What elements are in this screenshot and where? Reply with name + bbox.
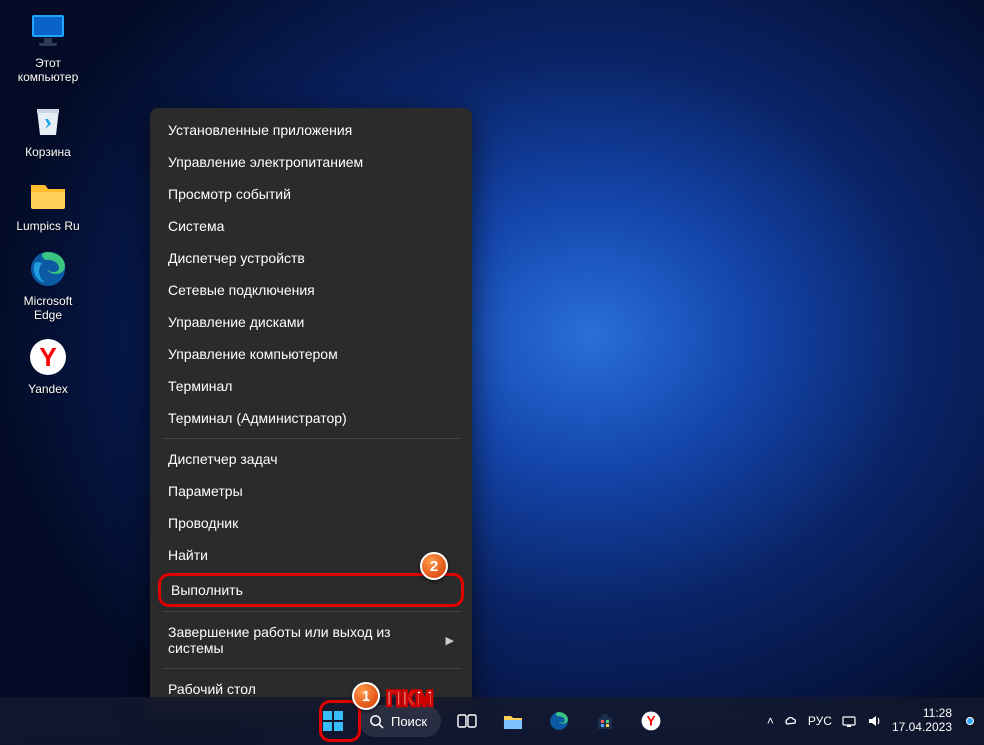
tray-volume-icon[interactable] xyxy=(866,713,882,729)
menu-item-installed-apps[interactable]: Установленные приложения xyxy=(150,114,472,146)
tray-onedrive-icon[interactable] xyxy=(783,713,799,729)
menu-item-event-viewer[interactable]: Просмотр событий xyxy=(150,178,472,210)
menu-item-label: Диспетчер задач xyxy=(168,451,278,467)
menu-item-label: Установленные приложения xyxy=(168,122,352,138)
yandex-icon: Y xyxy=(640,710,662,732)
tray-date: 17.04.2023 xyxy=(892,721,952,735)
tray-chevron-up-icon[interactable]: ˄ xyxy=(767,714,774,728)
menu-item-label: Управление электропитанием xyxy=(168,154,363,170)
desktop-icon-edge[interactable]: MicrosoftEdge xyxy=(10,248,86,323)
folder-icon xyxy=(27,173,69,215)
edge-icon xyxy=(27,248,69,290)
file-explorer-icon xyxy=(501,709,525,733)
store-icon xyxy=(594,710,616,732)
menu-item-device-manager[interactable]: Диспетчер устройств xyxy=(150,242,472,274)
desktop-icon-label: Lumpics Ru xyxy=(16,219,79,233)
tray-icons: ˄ РУС xyxy=(767,713,882,729)
menu-item-computer-management[interactable]: Управление компьютером xyxy=(150,338,472,370)
tray-time: 11:28 xyxy=(923,707,952,721)
tray-clock[interactable]: 11:28 17.04.2023 xyxy=(892,707,952,735)
search-icon xyxy=(369,714,384,729)
windows-logo-icon xyxy=(322,710,344,732)
menu-item-label: Управление компьютером xyxy=(168,346,338,362)
desktop-icon-label: Этоткомпьютер xyxy=(18,56,79,85)
edge-icon xyxy=(548,710,570,732)
desktop-icon-label: MicrosoftEdge xyxy=(24,294,73,323)
tray-network-icon[interactable] xyxy=(841,713,857,729)
task-view-icon xyxy=(456,710,478,732)
monitor-icon xyxy=(27,10,69,52)
menu-item-explorer[interactable]: Проводник xyxy=(150,507,472,539)
start-button[interactable] xyxy=(313,701,353,741)
desktop-icon-recycle-bin[interactable]: Корзина xyxy=(10,99,86,159)
menu-item-network-connections[interactable]: Сетевые подключения xyxy=(150,274,472,306)
desktop-icon-yandex[interactable]: Y Yandex xyxy=(10,336,86,396)
taskbar-edge[interactable] xyxy=(539,701,579,741)
desktop-icons: Этоткомпьютер Корзина Lumpics Ru Microso… xyxy=(10,10,86,397)
menu-item-label: Терминал (Администратор) xyxy=(168,410,347,426)
menu-item-system[interactable]: Система xyxy=(150,210,472,242)
menu-item-disk-management[interactable]: Управление дисками xyxy=(150,306,472,338)
step-badge: 2 xyxy=(420,552,448,580)
menu-item-terminal-admin[interactable]: Терминал (Администратор) xyxy=(150,402,472,434)
desktop-icon-label: Yandex xyxy=(28,382,68,396)
desktop[interactable]: Этоткомпьютер Корзина Lumpics Ru Microso… xyxy=(0,0,984,745)
menu-separator xyxy=(162,668,460,669)
taskbar-yandex[interactable]: Y xyxy=(631,701,671,741)
svg-text:Y: Y xyxy=(39,342,56,372)
tray-language[interactable]: РУС xyxy=(808,714,832,728)
menu-item-label: Терминал xyxy=(168,378,232,394)
chevron-right-icon: ▶ xyxy=(446,634,454,647)
menu-item-label: Выполнить xyxy=(171,582,243,598)
search-label: Поиск xyxy=(391,714,427,729)
menu-item-power-management[interactable]: Управление электропитанием xyxy=(150,146,472,178)
menu-item-label: Параметры xyxy=(168,483,243,499)
menu-item-label: Диспетчер устройств xyxy=(168,250,305,266)
start-context-menu: Установленные приложения Управление элек… xyxy=(150,108,472,711)
menu-item-label: Сетевые подключения xyxy=(168,282,315,298)
menu-item-task-manager[interactable]: Диспетчер задач xyxy=(150,443,472,475)
recycle-bin-icon xyxy=(27,99,69,141)
menu-item-terminal[interactable]: Терминал xyxy=(150,370,472,402)
taskbar-store[interactable] xyxy=(585,701,625,741)
menu-item-run[interactable]: Выполнить xyxy=(158,573,464,607)
annotation-pkm-label: ПКМ xyxy=(386,686,434,712)
step-badge: 1 xyxy=(352,682,380,710)
taskbar-task-view[interactable] xyxy=(447,701,487,741)
menu-separator xyxy=(162,438,460,439)
menu-item-label: Управление дисками xyxy=(168,314,304,330)
menu-item-label: Проводник xyxy=(168,515,238,531)
desktop-icon-lumpics-folder[interactable]: Lumpics Ru xyxy=(10,173,86,233)
menu-item-label: Просмотр событий xyxy=(168,186,291,202)
yandex-icon: Y xyxy=(27,336,69,378)
annotation-step-1: 1 xyxy=(352,682,380,710)
annotation-step-2: 2 xyxy=(420,552,448,580)
menu-separator xyxy=(162,611,460,612)
tray-notification-dot[interactable] xyxy=(966,717,974,725)
svg-text:Y: Y xyxy=(646,714,655,729)
menu-item-label: Система xyxy=(168,218,224,234)
desktop-icon-label: Корзина xyxy=(25,145,71,159)
menu-item-label: Завершение работы или выход из системы xyxy=(168,624,446,656)
menu-item-label: Рабочий стол xyxy=(168,681,256,697)
menu-item-settings[interactable]: Параметры xyxy=(150,475,472,507)
taskbar-explorer[interactable] xyxy=(493,701,533,741)
taskbar-tray: ˄ РУС 11:28 17.04.2023 xyxy=(767,707,984,735)
desktop-icon-this-pc[interactable]: Этоткомпьютер xyxy=(10,10,86,85)
taskbar: Поиск Y ˄ РУС xyxy=(0,697,984,745)
menu-item-label: Найти xyxy=(168,547,208,563)
menu-item-shutdown-signout[interactable]: Завершение работы или выход из системы ▶ xyxy=(150,616,472,664)
